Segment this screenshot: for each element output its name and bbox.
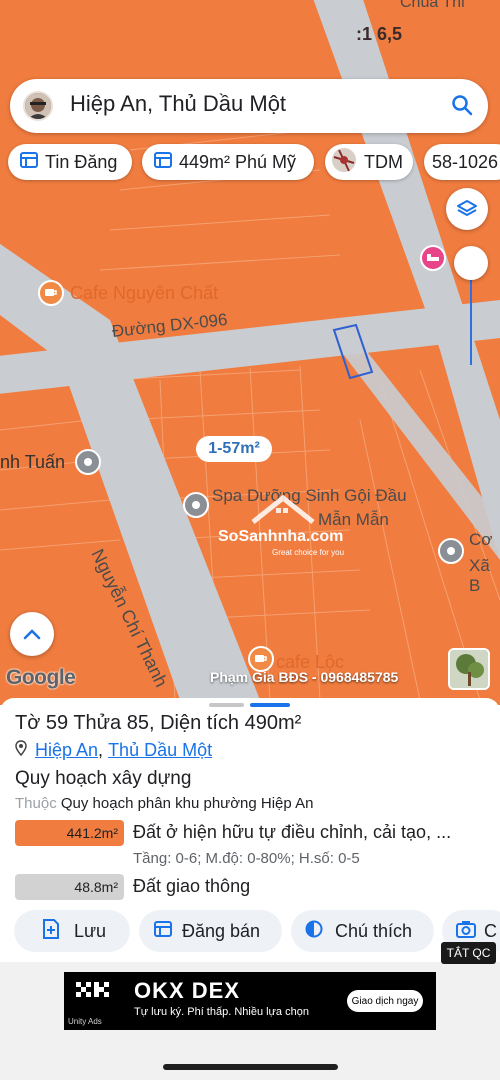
action-label: C [484, 920, 497, 941]
ad-network-label: Unity Ads [68, 1017, 102, 1026]
watermark-logo: SoSanhnha.com Great choice for you [218, 494, 348, 564]
chevron-up-icon [23, 629, 41, 640]
belongs-value[interactable]: Quy hoạch phân khu phường Hiệp An [61, 795, 314, 812]
watermark-brand: SoSanhnha.com [218, 528, 344, 545]
chip-listing[interactable]: 449m² Phú Mỹ [142, 144, 314, 180]
poi-pin-icon[interactable] [438, 538, 464, 564]
belongs-prefix: Thuộc [15, 795, 57, 812]
chip-label: TDM [364, 151, 403, 172]
layers-button[interactable] [446, 188, 488, 230]
ad-tagline: Tự lưu ký. Phí thấp. Nhiều lựa chọn [134, 1006, 309, 1018]
poi-label[interactable]: Xã B [469, 556, 500, 596]
panel-handle[interactable] [209, 703, 244, 707]
chip-label: Tin Đăng [45, 151, 118, 172]
zone-name: Đất ở hiện hữu tự điều chỉnh, cải tạo, .… [133, 822, 452, 842]
close-ad-button[interactable]: TẮT QC [441, 942, 496, 964]
google-logo: Google [6, 666, 76, 689]
expand-button[interactable] [10, 612, 54, 656]
zone-detail: Tầng: 0-6; M.độ: 0-80%; H.số: 0-5 [133, 850, 360, 867]
legend-icon [305, 920, 323, 943]
parcel-location: Hiệp An , Thủ Dầu Một [15, 740, 212, 761]
street-view-thumbnail[interactable] [448, 648, 490, 690]
home-indicator[interactable] [163, 1064, 338, 1070]
action-label: Đăng bán [182, 920, 261, 941]
camera-icon [456, 920, 476, 943]
listing-icon [154, 151, 172, 173]
map-place-label: Chùa Thi [400, 0, 465, 11]
location-separator: , [98, 740, 104, 760]
ward-link[interactable]: Hiệp An [35, 740, 98, 761]
panel-handle-active[interactable] [250, 703, 290, 707]
zone-swatch: 48.8m² [15, 874, 124, 900]
ad-brand: OKX DEX [134, 978, 241, 1003]
opacity-slider-handle[interactable] [454, 246, 488, 280]
okx-logo-icon [76, 982, 116, 1003]
ad-cta-button[interactable]: Giao dịch ngay [347, 990, 423, 1012]
save-plus-icon [42, 918, 60, 944]
search-input[interactable]: Hiệp An, Thủ Dầu Một [70, 91, 286, 117]
chip-tin-dang[interactable]: Tin Đăng [8, 144, 132, 180]
chip-58-1026[interactable]: 58-1026 [424, 144, 500, 180]
city-link[interactable]: Thủ Dầu Một [108, 740, 212, 761]
plan-belongs: Thuộc Quy hoạch phân khu phường Hiệp An [15, 795, 313, 812]
ad-banner[interactable]: OKX DEX Tự lưu ký. Phí thấp. Nhiều lựa c… [64, 972, 436, 1030]
listing-icon [20, 151, 38, 173]
location-pin-icon [15, 740, 27, 761]
zone-name: Đất giao thông [133, 876, 251, 896]
action-label: Lưu [74, 920, 107, 941]
chip-label: 449m² Phú Mỹ [179, 151, 297, 172]
poi-label[interactable]: nh Tuấn [0, 452, 65, 473]
chip-tdm[interactable]: TDM [325, 144, 413, 180]
layers-icon [457, 200, 477, 216]
poi-label[interactable]: Cơ [469, 530, 492, 550]
map-thumbnail-icon [331, 147, 357, 178]
action-label: Chú thích [335, 920, 413, 941]
watermark-tagline: Great choice for you [272, 548, 345, 557]
zone-swatch: 441.2m² [15, 820, 124, 846]
hotel-pin-icon[interactable] [420, 245, 446, 271]
section-title: Quy hoạch xây dựng [15, 768, 192, 789]
area-tag[interactable]: 1-57m² [196, 436, 272, 462]
listing-icon [154, 920, 172, 942]
legend-button[interactable]: Chú thích [291, 910, 434, 952]
search-icon[interactable] [451, 94, 473, 121]
parcel-title: Tờ 59 Thửa 85, Diện tích 490m² [15, 712, 302, 734]
broker-watermark: Phạm Gia BĐS - 0968485785 [210, 669, 399, 685]
poi-pin-icon[interactable] [75, 449, 101, 475]
chip-label: 58-1026 [432, 151, 499, 172]
poi-label[interactable]: Cafe Nguyên Chất [70, 283, 218, 304]
avatar[interactable] [23, 91, 53, 121]
cafe-pin-icon[interactable] [38, 280, 64, 306]
post-sale-button[interactable]: Đăng bán [139, 910, 282, 952]
save-button[interactable]: Lưu [14, 910, 130, 952]
map-code-label: :1 6,5 [356, 24, 403, 44]
poi-pin-icon[interactable] [183, 492, 209, 518]
